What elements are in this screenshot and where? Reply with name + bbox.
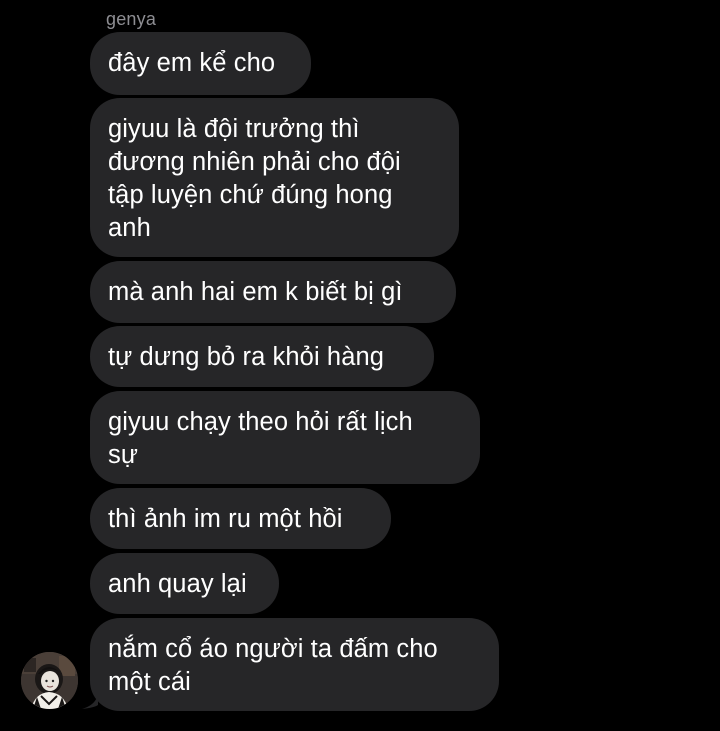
message-bubble[interactable]: anh quay lại — [90, 553, 279, 614]
message-text: anh quay lại — [108, 570, 247, 598]
bubble-tail — [82, 695, 98, 709]
message-text: mà anh hai em k biết bị gì — [108, 278, 403, 306]
message-bubble[interactable]: giyuu là đội trưởng thì đương nhiên phải… — [90, 98, 459, 257]
message-text: tự dưng bỏ ra khỏi hàng — [108, 343, 385, 371]
sender-name: genya — [106, 9, 157, 29]
sender-avatar[interactable] — [21, 652, 78, 709]
message-bubble[interactable]: nắm cổ áo người ta đấm cho một cái — [90, 618, 499, 711]
message-bubble[interactable]: mà anh hai em k biết bị gì — [90, 261, 456, 323]
message-bubble[interactable]: đây em kể cho — [90, 32, 311, 95]
message-bubble[interactable]: giyuu chạy theo hỏi rất lịch sự — [90, 391, 480, 484]
message-text: giyuu là đội trưởng thì — [108, 115, 360, 143]
message-text: giyuu chạy theo hỏi rất lịch — [108, 408, 413, 436]
message-bubble[interactable]: thì ảnh im ru một hồi — [90, 488, 391, 549]
user-avatar-icon — [21, 652, 78, 709]
message-text: một cái — [108, 668, 191, 696]
message-text: đương nhiên phải cho đội — [108, 148, 401, 176]
message-text: anh — [108, 214, 151, 242]
message-bubble[interactable]: tự dưng bỏ ra khỏi hàng — [90, 326, 434, 387]
message-text: đây em kể cho — [108, 49, 276, 77]
message-text: nắm cổ áo người ta đấm cho — [108, 635, 438, 663]
message-text: tập luyện chứ đúng hong — [108, 181, 393, 209]
message-text: thì ảnh im ru một hồi — [108, 505, 343, 533]
message-text: sự — [108, 441, 139, 469]
